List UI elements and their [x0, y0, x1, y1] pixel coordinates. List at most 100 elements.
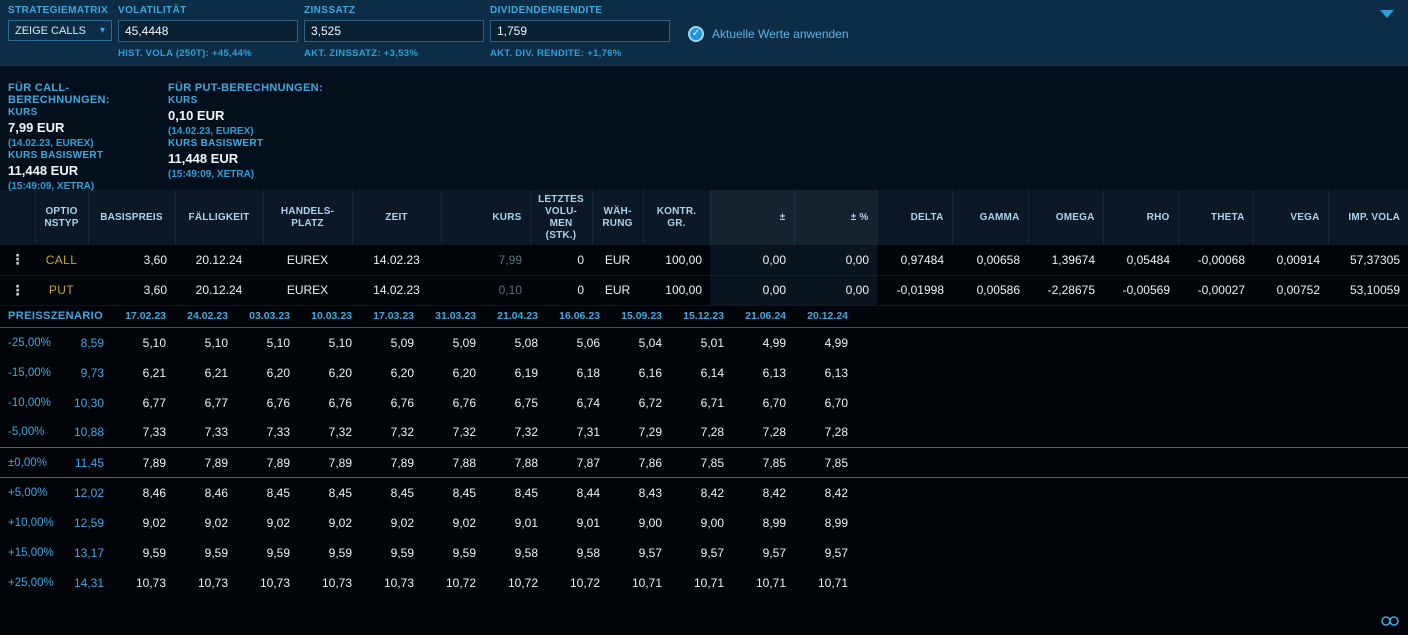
scenario-date-header: 15.09.23 [606, 306, 668, 328]
scenario-value-cell: 9,59 [296, 538, 358, 568]
scenario-value-cell: 6,16 [606, 358, 668, 388]
scenario-price-cell: 12,02 [62, 478, 110, 508]
check-circle-icon[interactable]: ✓ [688, 26, 704, 42]
scenario-value-cell: 7,87 [544, 448, 606, 478]
scenario-value-cell: 10,73 [234, 568, 296, 598]
scenario-value-cell: 6,76 [296, 388, 358, 418]
scenario-value-cell: 6,70 [792, 388, 854, 418]
scenario-value-cell: 8,44 [544, 478, 606, 508]
scenario-pct-cell: +25,00% [0, 568, 62, 598]
scenario-value-cell: 6,72 [606, 388, 668, 418]
scenario-value-cell: 6,13 [792, 358, 854, 388]
scenario-pct-cell: -25,00% [0, 328, 62, 358]
option-column-header: ± [710, 190, 794, 245]
scenario-price-cell: 8,59 [62, 328, 110, 358]
option-cell: -0,00027 [1178, 275, 1253, 305]
scenario-value-cell: 9,02 [420, 508, 482, 538]
put-kurs-detail: (14.02.23, EUREX) [168, 126, 328, 137]
zinssatz-field: ZINSSATZ AKT. ZINSSATZ: +3,53% [304, 4, 484, 66]
option-cell: 0,00 [710, 275, 794, 305]
put-basiswert-value: 11,448 EUR [168, 151, 328, 166]
collapse-panel-caret-icon[interactable] [1380, 10, 1394, 18]
scenario-pct-cell: ±0,00% [0, 448, 62, 478]
scenario-row: ±0,00%11,457,897,897,897,897,897,887,887… [0, 448, 1408, 478]
scenario-value-cell: 4,99 [792, 328, 854, 358]
scenario-value-cell: 10,71 [730, 568, 792, 598]
scenario-value-cell: 5,10 [110, 328, 172, 358]
scenario-value-cell: 7,33 [234, 418, 296, 448]
scenario-value-cell: 7,85 [730, 448, 792, 478]
scenario-row: -15,00%9,736,216,216,206,206,206,206,196… [0, 358, 1408, 388]
scenario-value-cell: 6,13 [730, 358, 792, 388]
scenario-value-cell: 7,89 [110, 448, 172, 478]
scenario-value-cell: 8,43 [606, 478, 668, 508]
scenario-row: +15,00%13,179,599,599,599,599,599,599,58… [0, 538, 1408, 568]
apply-current-values-toggle[interactable]: ✓ Aktuelle Werte anwenden [688, 23, 849, 45]
zinssatz-input[interactable] [304, 20, 484, 42]
chevron-down-icon: ▾ [100, 26, 105, 36]
scenario-value-cell: 6,18 [544, 358, 606, 388]
option-cell: 0,00586 [952, 275, 1028, 305]
scenario-value-cell: 8,46 [172, 478, 234, 508]
scenario-value-cell: 6,21 [110, 358, 172, 388]
scenario-filler-cell [854, 358, 1408, 388]
scenario-value-cell: 8,42 [730, 478, 792, 508]
option-row-call[interactable]: ⋮CALL3,6020.12.24EUREX14.02.237,990EUR10… [0, 245, 1408, 275]
scenario-value-cell: 6,76 [420, 388, 482, 418]
dividendenrendite-input[interactable] [490, 20, 670, 42]
scenario-value-cell: 10,72 [482, 568, 544, 598]
scenario-value-cell: 8,42 [668, 478, 730, 508]
scenario-value-cell: 9,57 [606, 538, 668, 568]
row-menu-icon[interactable]: ⋮ [11, 282, 25, 298]
scenario-price-cell: 11,45 [62, 448, 110, 478]
scenario-value-cell: 6,70 [730, 388, 792, 418]
scenario-value-cell: 9,01 [482, 508, 544, 538]
scenario-value-cell: 9,00 [668, 508, 730, 538]
scenario-value-cell: 8,45 [482, 478, 544, 508]
scenario-value-cell: 6,75 [482, 388, 544, 418]
scenario-value-cell: 6,20 [296, 358, 358, 388]
scenario-value-cell: 7,32 [420, 418, 482, 448]
scenario-date-header: 17.03.23 [358, 306, 420, 328]
scenario-value-cell: 5,08 [482, 328, 544, 358]
scenario-value-cell: 6,76 [358, 388, 420, 418]
option-cell: PUT [35, 275, 88, 305]
scenario-value-cell: 5,04 [606, 328, 668, 358]
link-widget-icon[interactable] [1380, 615, 1400, 627]
scenario-date-header: 15.12.23 [668, 306, 730, 328]
scenario-value-cell: 6,21 [172, 358, 234, 388]
option-cell: -0,01998 [877, 275, 952, 305]
volatilitaet-input[interactable] [118, 20, 298, 42]
scenario-value-cell: 8,45 [234, 478, 296, 508]
scenario-value-cell: 7,85 [792, 448, 854, 478]
scenario-value-cell: 10,71 [668, 568, 730, 598]
scenario-row: +10,00%12,599,029,029,029,029,029,029,01… [0, 508, 1408, 538]
volatilitaet-hint: HIST. VOLA (250T): +45,44% [118, 48, 298, 59]
scenario-row: -10,00%10,306,776,776,766,766,766,766,75… [0, 388, 1408, 418]
scenario-value-cell: 7,32 [296, 418, 358, 448]
scenario-value-cell: 6,77 [172, 388, 234, 418]
scenario-date-header: 31.03.23 [420, 306, 482, 328]
scenario-value-cell: 9,57 [730, 538, 792, 568]
scenario-value-cell: 7,28 [730, 418, 792, 448]
strategiematrix-select-value: ZEIGE CALLS [15, 25, 86, 37]
scenario-date-header: 20.12.24 [792, 306, 854, 328]
strategiematrix-select[interactable]: ZEIGE CALLS ▾ [8, 20, 112, 41]
volatilitaet-label: VOLATILITÄT [118, 4, 298, 18]
scenario-value-cell: 9,58 [544, 538, 606, 568]
option-column-header: KONTR. GR. [643, 190, 710, 245]
scenario-row: +5,00%12,028,468,468,458,458,458,458,458… [0, 478, 1408, 508]
option-cell: EUR [592, 245, 643, 275]
row-menu-icon[interactable]: ⋮ [11, 251, 25, 267]
scenario-value-cell: 7,89 [234, 448, 296, 478]
scenario-date-header: 16.06.23 [544, 306, 606, 328]
scenario-value-cell: 9,00 [606, 508, 668, 538]
scenario-value-cell: 7,28 [668, 418, 730, 448]
put-info-title: FÜR PUT-BERECHNUNGEN: [168, 82, 328, 94]
option-column-header: BASISPREIS [88, 190, 175, 245]
option-row-put[interactable]: ⋮PUT3,6020.12.24EUREX14.02.230,100EUR100… [0, 275, 1408, 305]
option-column-header: LETZTES VOLU- MEN (STK.) [530, 190, 592, 245]
scenario-filler-cell [854, 418, 1408, 448]
option-column-header: OMEGA [1028, 190, 1103, 245]
option-column-header: RHO [1103, 190, 1178, 245]
